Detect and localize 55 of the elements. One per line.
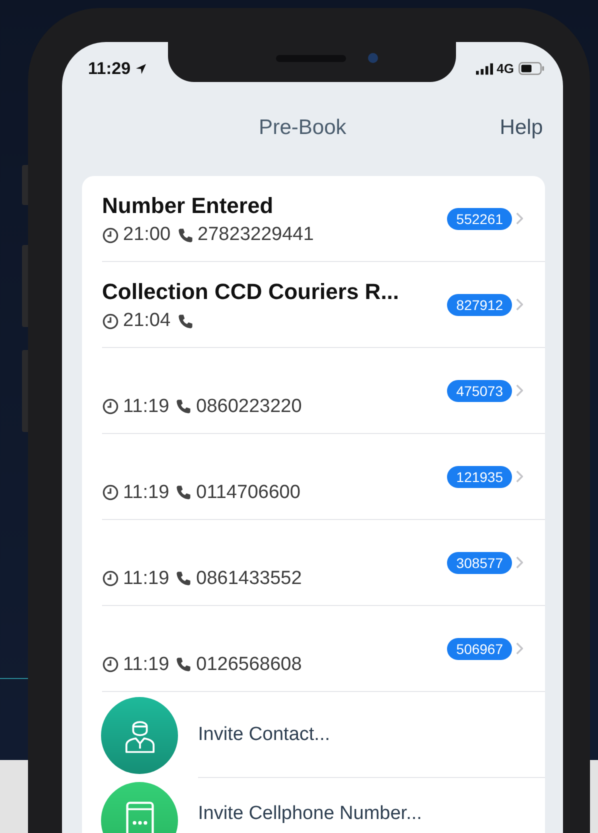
- signal-icon: [476, 62, 493, 74]
- booking-phone: 0114706600: [196, 482, 300, 504]
- booking-title: Collection CCD Couriers R...: [102, 279, 400, 305]
- invite-row[interactable]: Invite Contact...: [82, 692, 545, 778]
- phone-icon: [176, 226, 194, 244]
- phone-icon: [175, 398, 192, 415]
- clock-icon: [102, 570, 119, 587]
- reference-badge: 121935: [447, 466, 512, 488]
- screen-title: Pre-Book: [258, 116, 346, 140]
- booking-row[interactable]: Number Entered 21:00 27823229441 552261: [102, 176, 545, 262]
- chevron-right-icon: [516, 642, 523, 655]
- booking-time: 11:19: [123, 654, 170, 676]
- reference-badge: 827912: [447, 294, 512, 316]
- booking-row[interactable]: 11:19 0860223220 475073: [102, 348, 545, 434]
- clock-icon: [102, 484, 119, 501]
- booking-row[interactable]: 11:19 0114706600 121935: [102, 434, 545, 520]
- chevron-right-icon: [516, 384, 523, 397]
- booking-phone: 27823229441: [198, 224, 314, 246]
- camera-lens: [368, 53, 378, 63]
- booking-time: 11:19: [123, 396, 170, 418]
- reference-badge: 475073: [447, 380, 512, 402]
- invite-label: Invite Contact...: [198, 724, 330, 746]
- chevron-right-icon: [516, 556, 523, 569]
- booking-phone: 0860223220: [196, 396, 302, 418]
- clock-icon: [102, 312, 119, 330]
- phone-icon: [175, 484, 192, 501]
- clock-icon: [102, 226, 119, 244]
- status-time: 11:29: [88, 58, 131, 78]
- booking-row[interactable]: 11:19 0126568608 506967: [102, 606, 545, 692]
- booking-phone: 0861433552: [196, 568, 302, 590]
- chevron-right-icon: [516, 470, 523, 483]
- chevron-right-icon: [516, 212, 523, 225]
- booking-time: 11:19: [123, 482, 170, 504]
- reference-badge: 552261: [447, 208, 512, 230]
- phone-icon: [176, 312, 194, 330]
- clock-icon: [102, 398, 119, 415]
- booking-time: 21:00: [123, 224, 171, 246]
- booking-row[interactable]: Collection CCD Couriers R... 21:04 827912: [102, 262, 545, 348]
- reference-badge: 308577: [447, 552, 512, 574]
- booking-time: 21:04: [123, 310, 171, 332]
- network-label: 4G: [496, 61, 514, 76]
- booking-title: Number Entered: [102, 193, 274, 219]
- phone-icon: [175, 656, 192, 673]
- phone-icon: [175, 570, 192, 587]
- reference-badge: 506967: [447, 638, 512, 660]
- invite-row[interactable]: Invite Cellphone Number...: [82, 778, 545, 833]
- booking-time: 11:19: [123, 568, 170, 590]
- battery-icon: [518, 62, 545, 75]
- booking-phone: 0126568608: [196, 654, 302, 676]
- invite-label: Invite Cellphone Number...: [198, 803, 422, 825]
- chevron-right-icon: [516, 298, 523, 311]
- help-button[interactable]: Help: [500, 116, 543, 140]
- location-arrow-icon: [134, 62, 147, 74]
- booking-row[interactable]: 11:19 0861433552 308577: [102, 520, 545, 606]
- clock-icon: [102, 656, 119, 673]
